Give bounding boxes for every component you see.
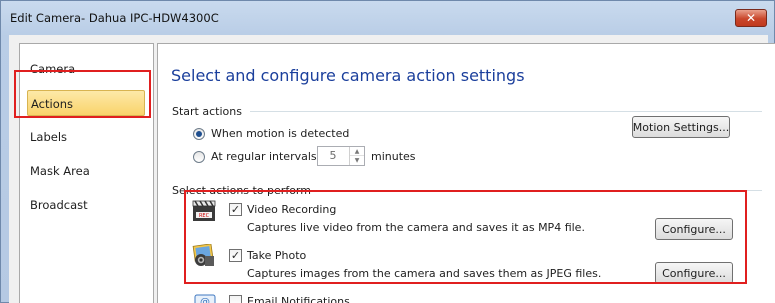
actions-to-perform-label: Select actions to perform (172, 184, 311, 197)
nav-item-broadcast[interactable]: Broadcast (27, 192, 145, 218)
take-photo-title[interactable]: Take Photo (247, 249, 306, 262)
nav-item-camera[interactable]: Camera (27, 56, 145, 82)
email-notifications-checkbox[interactable] (229, 295, 242, 303)
edit-camera-window: Edit Camera- Dahua IPC-HDW4300C ✕ Camera… (0, 0, 775, 303)
close-button[interactable]: ✕ (735, 9, 767, 27)
video-recording-checkbox[interactable]: ✓ (229, 203, 242, 216)
motion-detected-radio[interactable] (193, 128, 205, 140)
page-title: Select and configure camera action setti… (171, 66, 525, 85)
take-photo-icon (192, 244, 214, 266)
stepper-arrows[interactable]: ▲ ▼ (349, 147, 364, 165)
regular-interval-label[interactable]: At regular intervals of (211, 150, 331, 163)
video-recording-icon: REC (192, 200, 216, 221)
nav-item-actions[interactable]: Actions (27, 90, 145, 116)
settings-nav: Camera Actions Labels Mask Area Broadcas… (19, 43, 154, 303)
video-recording-title[interactable]: Video Recording (247, 203, 336, 216)
window-title: Edit Camera- Dahua IPC-HDW4300C (10, 11, 219, 25)
photo-configure-button[interactable]: Configure... (655, 262, 733, 284)
dialog-client-area: Camera Actions Labels Mask Area Broadcas… (9, 35, 775, 303)
take-photo-description: Captures images from the camera and save… (247, 267, 602, 280)
stepper-down-icon[interactable]: ▼ (350, 156, 364, 165)
regular-interval-radio[interactable] (193, 151, 205, 163)
title-bar[interactable]: Edit Camera- Dahua IPC-HDW4300C ✕ (1, 1, 774, 35)
motion-detected-label[interactable]: When motion is detected (211, 127, 349, 140)
motion-settings-button[interactable]: Motion Settings... (632, 116, 730, 138)
actions-divider (306, 190, 762, 191)
start-actions-divider (250, 111, 762, 112)
interval-value[interactable]: 5 (318, 147, 348, 165)
start-actions-label: Start actions (172, 105, 242, 118)
nav-item-mask-area[interactable]: Mask Area (27, 158, 145, 184)
stepper-up-icon[interactable]: ▲ (350, 147, 364, 156)
video-configure-button[interactable]: Configure... (655, 218, 733, 240)
take-photo-checkbox[interactable]: ✓ (229, 249, 242, 262)
nav-item-labels[interactable]: Labels (27, 124, 145, 150)
interval-unit-label: minutes (371, 150, 416, 163)
interval-stepper[interactable]: 5 ▲ ▼ (317, 146, 365, 166)
email-notifications-title[interactable]: Email Notifications (247, 295, 350, 303)
email-icon: @ (194, 294, 216, 303)
svg-text:@: @ (200, 297, 210, 303)
video-recording-description: Captures live video from the camera and … (247, 221, 585, 234)
svg-text:REC: REC (199, 213, 210, 219)
actions-panel: Select and configure camera action setti… (157, 43, 775, 303)
